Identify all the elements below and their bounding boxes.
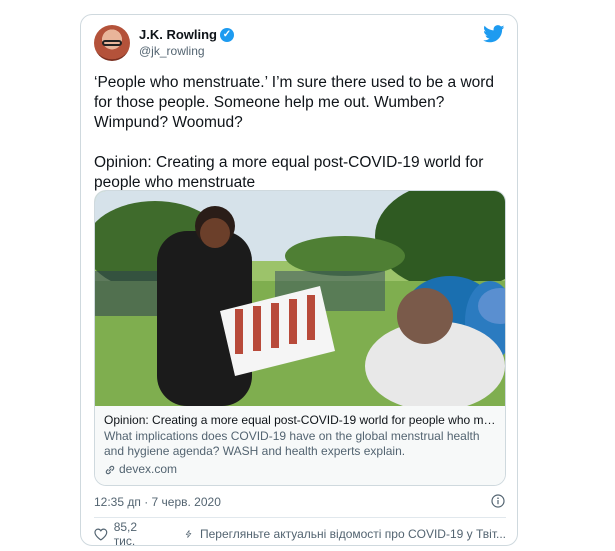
link-card[interactable]: Opinion: Creating a more equal post-COVI… [94, 190, 506, 486]
info-icon[interactable] [491, 494, 505, 508]
link-description: What implications does COVID-19 have on … [104, 429, 480, 458]
verified-badge-icon: ✓ [220, 27, 234, 42]
author-info[interactable]: J.K. Rowling ✓ @jk_rowling [139, 27, 234, 58]
link-title[interactable]: Opinion: Creating a more equal post-COVI… [104, 413, 498, 428]
covid-news-text[interactable]: Перегляньте актуальні відомості про COVI… [200, 527, 506, 541]
heart-icon [94, 528, 108, 541]
lightning-icon [185, 530, 192, 538]
like-button[interactable]: 85,2 тис. [94, 520, 185, 548]
author-name[interactable]: J.K. Rowling [139, 27, 217, 42]
link-card-info[interactable]: Opinion: Creating a more equal post-COVI… [95, 406, 505, 485]
tweet-card: J.K. Rowling ✓ @jk_rowling ‘People who m… [80, 14, 518, 548]
author-avatar[interactable] [94, 25, 130, 61]
link-icon [105, 465, 115, 474]
author-name-row: J.K. Rowling ✓ [139, 27, 234, 42]
twitter-bird-icon[interactable] [483, 25, 505, 43]
tweet-text: ‘People who menstruate.’ I’m sure there … [94, 74, 495, 191]
avatar-glasses [102, 40, 122, 46]
link-domain-row[interactable]: devex.com [104, 462, 498, 477]
divider [94, 517, 506, 518]
tweet-timestamp[interactable]: 12:35 дп · 7 черв. 2020 [94, 495, 221, 509]
article-photo [95, 191, 505, 406]
author-handle[interactable]: @jk_rowling [139, 44, 234, 58]
link-domain[interactable]: devex.com [119, 462, 177, 477]
like-count: 85,2 тис. [113, 520, 138, 548]
article-photo-image [95, 191, 505, 406]
action-bar: 85,2 тис. Перегляньте актуальні відомост… [94, 520, 506, 548]
covid-news-link[interactable]: Перегляньте актуальні відомості про COVI… [185, 527, 506, 541]
